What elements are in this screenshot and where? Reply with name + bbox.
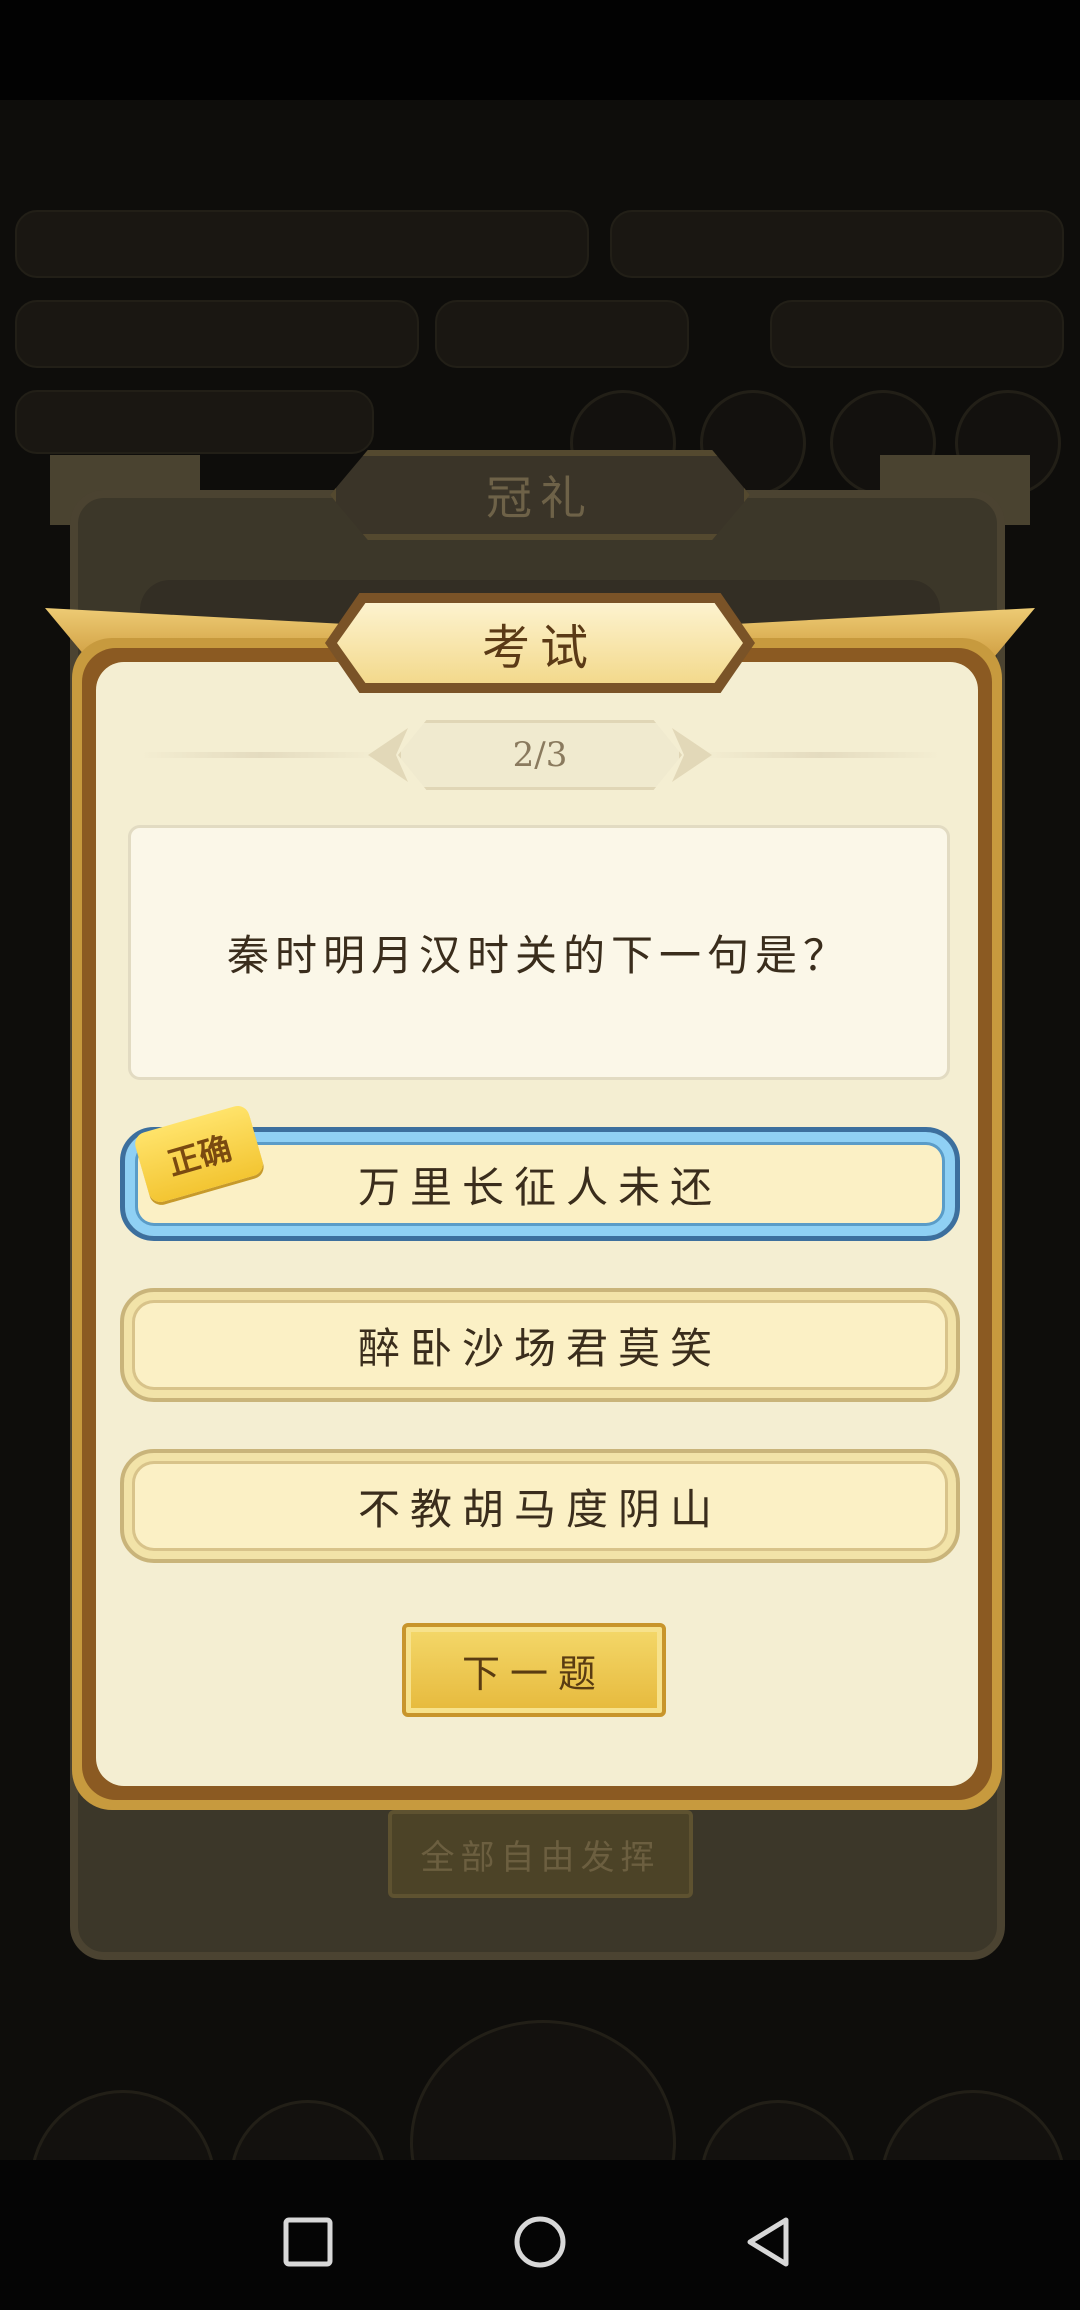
answer-option-3[interactable]: 不教胡马度阴山 xyxy=(120,1449,960,1563)
question-progress: 2/3 xyxy=(398,720,682,790)
bg-info-bar-2 xyxy=(435,300,689,368)
back-dialog-title: 冠礼 xyxy=(330,450,750,540)
back-dialog-button: 全部自由发挥 xyxy=(388,1810,693,1898)
answer-option-2[interactable]: 醉卧沙场君莫笑 xyxy=(120,1288,960,1402)
dialog-title: 考试 xyxy=(337,603,743,683)
bg-top-bar-right xyxy=(610,210,1064,278)
bg-top-bar-left xyxy=(15,210,589,278)
answer-option-label: 醉卧沙场君莫笑 xyxy=(357,1323,722,1373)
answer-option-label: 万里长征人未还 xyxy=(357,1162,722,1212)
bg-info-bar-3 xyxy=(770,300,1064,368)
status-bar xyxy=(0,0,1080,100)
recent-apps-button[interactable] xyxy=(278,2212,338,2272)
back-button[interactable] xyxy=(740,2212,800,2272)
question-text: 秦时明月汉时关的下一句是？ xyxy=(128,825,950,1080)
next-question-button[interactable]: 下一题 xyxy=(402,1623,666,1717)
bg-info-bar-4 xyxy=(15,390,374,454)
answer-option-label: 不教胡马度阴山 xyxy=(357,1484,722,1534)
bg-info-bar-1 xyxy=(15,300,419,368)
circle-icon xyxy=(514,2216,566,2268)
triangle-back-icon xyxy=(747,2217,789,2267)
progress-divider-right xyxy=(700,752,940,758)
home-button[interactable] xyxy=(510,2212,570,2272)
progress-divider-left xyxy=(140,752,380,758)
square-icon xyxy=(283,2217,333,2267)
